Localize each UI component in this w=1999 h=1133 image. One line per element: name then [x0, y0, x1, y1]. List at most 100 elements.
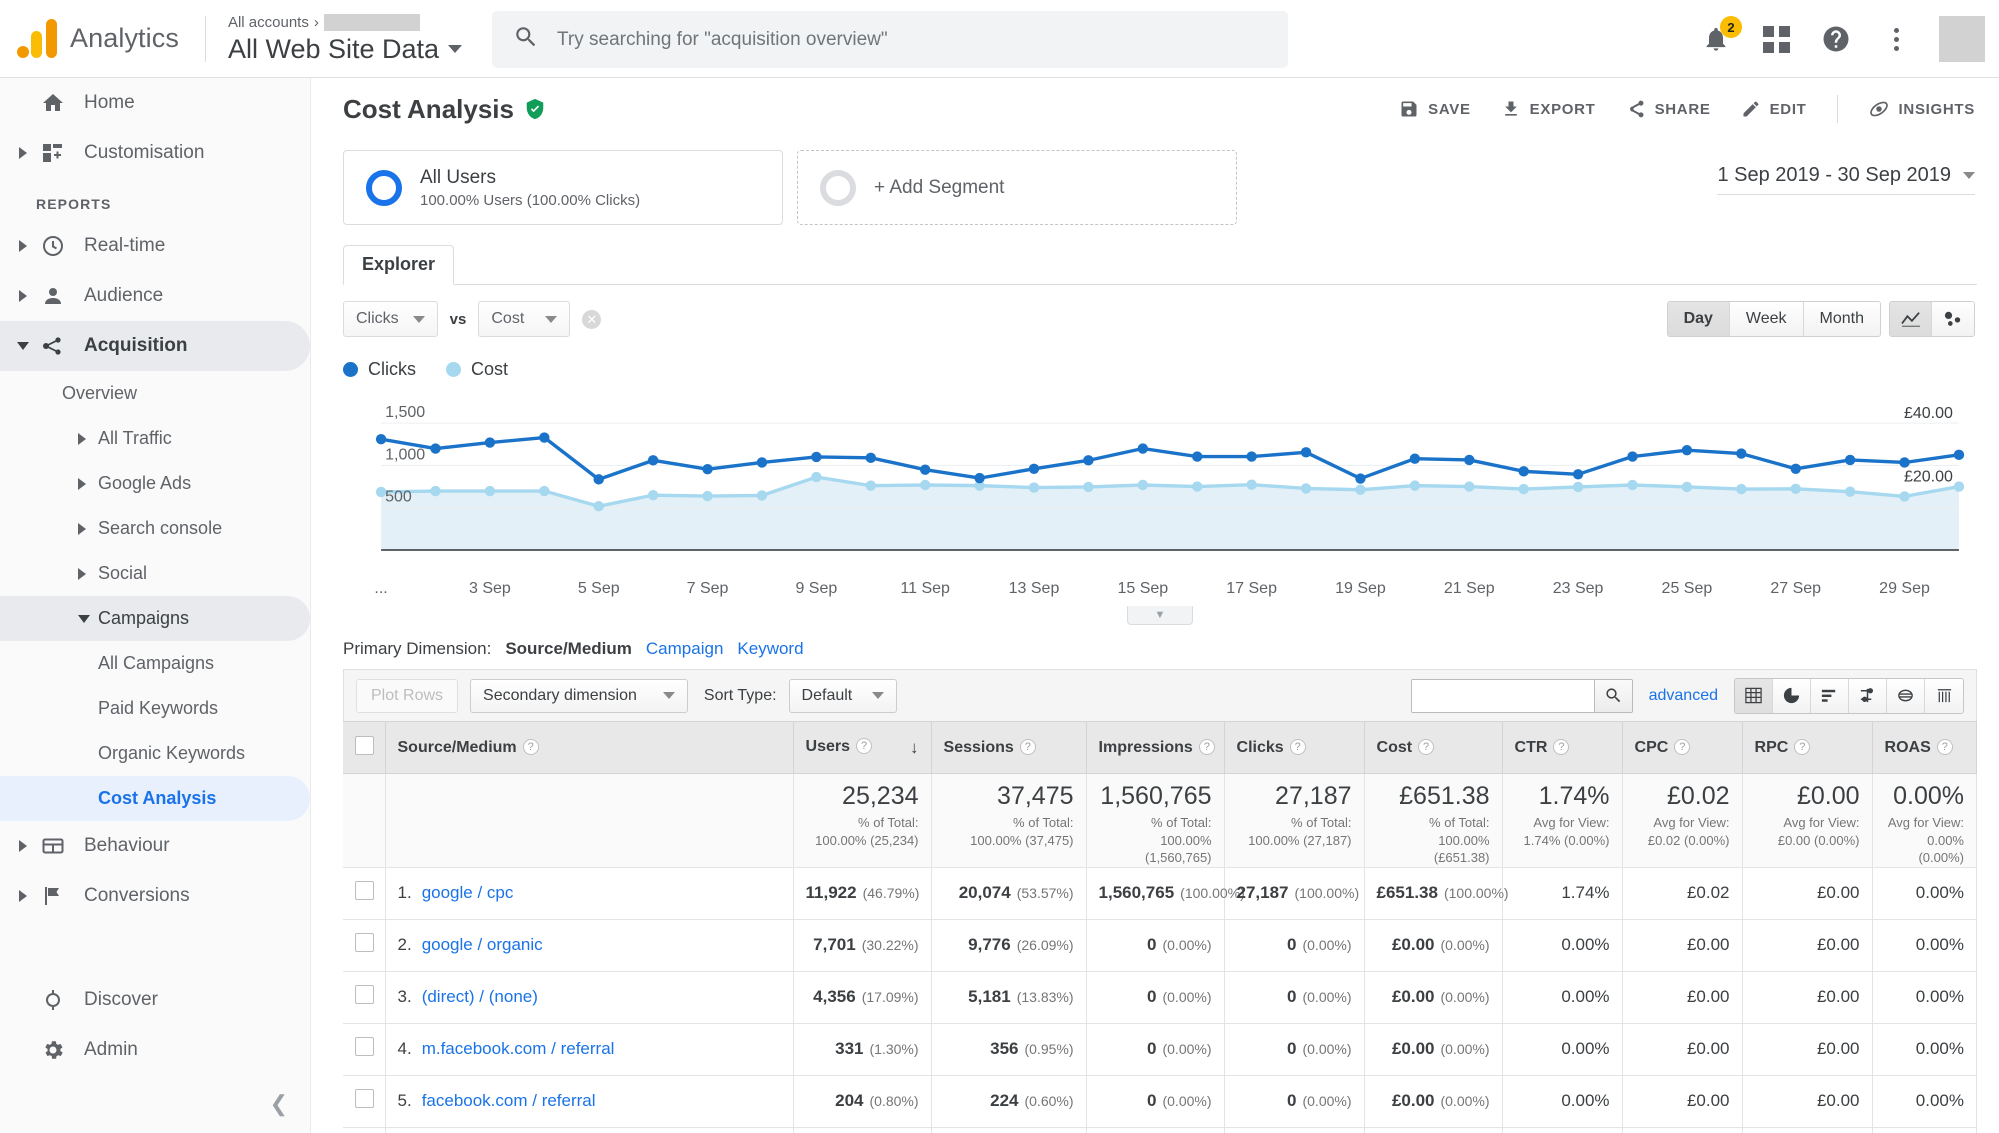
expand-arrow-icon[interactable] [10, 240, 36, 252]
row-checkbox[interactable] [355, 881, 374, 900]
table-row[interactable]: 3.(direct) / (none)4,356(17.09%)5,181(13… [343, 971, 1977, 1023]
sidebar-item-behaviour[interactable]: Behaviour [0, 821, 310, 871]
sidebar-item-discover[interactable]: Discover [0, 975, 310, 1025]
date-range-picker[interactable]: 1 Sep 2019 - 30 Sep 2019 [1717, 164, 1975, 195]
granularity-day[interactable]: Day [1668, 302, 1730, 336]
chevron-down-icon[interactable] [545, 316, 557, 323]
sidebar-item-customisation[interactable]: Customisation [0, 128, 310, 178]
notifications-bell-icon[interactable]: 2 [1699, 22, 1733, 56]
table-row[interactable]: 4.m.facebook.com / referral331(1.30%)356… [343, 1023, 1977, 1075]
sidebar-item-all-traffic[interactable]: All Traffic [0, 416, 310, 461]
column-header-roas[interactable]: ROAS? [1872, 722, 1976, 774]
help-icon[interactable]: ? [1674, 739, 1690, 755]
sort-type-select[interactable]: Default [789, 679, 898, 713]
column-header-impressions[interactable]: Impressions? [1086, 722, 1224, 774]
sort-desc-icon[interactable]: ↓ [910, 738, 919, 758]
sidebar-item-overview[interactable]: Overview [0, 371, 310, 416]
collapse-arrow-icon[interactable] [10, 342, 36, 350]
granularity-week[interactable]: Week [1730, 302, 1804, 336]
table-row[interactable]: 2.google / organic7,701(30.22%)9,776(26.… [343, 919, 1977, 971]
help-icon[interactable]: ? [1553, 739, 1569, 755]
row-checkbox[interactable] [355, 933, 374, 952]
table-row[interactable]: 5.facebook.com / referral204(0.80%)224(0… [343, 1075, 1977, 1127]
help-icon[interactable] [1819, 22, 1853, 56]
share-button[interactable]: SHARE [1626, 99, 1711, 119]
expand-arrow-icon[interactable] [10, 890, 36, 902]
chevron-down-icon[interactable] [413, 316, 425, 323]
legend-item-clicks[interactable]: Clicks [343, 359, 416, 380]
row-checkbox[interactable] [355, 1089, 374, 1108]
sidebar-item-organic-keywords[interactable]: Organic Keywords [0, 731, 310, 776]
help-icon[interactable]: ? [856, 738, 872, 754]
line-chart-icon[interactable] [1890, 302, 1932, 336]
metric-a-select[interactable]: Clicks [343, 301, 438, 337]
motion-chart-icon[interactable] [1932, 302, 1974, 336]
remove-metric-b-icon[interactable]: ✕ [582, 310, 601, 329]
expand-arrow-icon[interactable] [10, 840, 36, 852]
secondary-dimension-select[interactable]: Secondary dimension [470, 679, 688, 713]
search-input[interactable] [557, 29, 1239, 51]
granularity-month[interactable]: Month [1804, 302, 1880, 336]
expand-arrow-icon[interactable] [78, 523, 86, 535]
sidebar-item-acquisition[interactable]: Acquisition [0, 321, 310, 371]
metric-b-select[interactable]: Cost [478, 301, 570, 337]
save-button[interactable]: SAVE [1399, 99, 1471, 119]
table-row[interactable]: 6.instagram.com / referral120(0.47%)127(… [343, 1127, 1977, 1133]
comparison-view-icon[interactable] [1849, 679, 1887, 713]
source-medium-link[interactable]: (direct) / (none) [422, 987, 538, 1006]
row-checkbox[interactable] [355, 985, 374, 1004]
expand-arrow-icon[interactable] [78, 568, 86, 580]
help-icon[interactable]: ? [1418, 739, 1434, 755]
chart-canvas[interactable] [343, 388, 1977, 578]
expand-arrow-icon[interactable] [10, 147, 36, 159]
source-medium-link[interactable]: facebook.com / referral [422, 1091, 596, 1110]
primary-dimension-current[interactable]: Source/Medium [505, 639, 632, 659]
pivot-view-icon[interactable] [1925, 679, 1963, 713]
table-search-input[interactable] [1412, 680, 1594, 712]
export-button[interactable]: EXPORT [1501, 99, 1596, 119]
segment-all-users[interactable]: All Users 100.00% Users (100.00% Clicks) [343, 150, 783, 225]
advanced-link[interactable]: advanced [1649, 687, 1718, 705]
column-header-ctr[interactable]: CTR? [1502, 722, 1622, 774]
column-header-source-medium[interactable]: Source/Medium? [385, 722, 793, 774]
sidebar-item-home[interactable]: Home [0, 78, 310, 128]
primary-dimension-campaign[interactable]: Campaign [646, 639, 724, 659]
select-all-checkbox[interactable] [355, 736, 374, 755]
table-search[interactable] [1411, 679, 1633, 713]
help-icon[interactable]: ? [1290, 739, 1306, 755]
legend-item-cost[interactable]: Cost [446, 359, 508, 380]
sidebar-item-real-time[interactable]: Real-time [0, 221, 310, 271]
table-row[interactable]: 1.google / cpc11,922(46.79%)20,074(53.57… [343, 867, 1977, 919]
chevron-down-icon[interactable] [872, 692, 884, 699]
sidebar-item-google-ads[interactable]: Google Ads [0, 461, 310, 506]
help-icon[interactable]: ? [1937, 739, 1953, 755]
help-icon[interactable]: ? [1020, 739, 1036, 755]
pie-view-icon[interactable] [1773, 679, 1811, 713]
help-icon[interactable]: ? [1794, 739, 1810, 755]
column-header-rpc[interactable]: RPC? [1742, 722, 1872, 774]
global-search[interactable] [492, 11, 1288, 68]
row-checkbox[interactable] [355, 1037, 374, 1056]
collapse-arrow-icon[interactable] [78, 615, 90, 623]
primary-dimension-keyword[interactable]: Keyword [737, 639, 803, 659]
column-header-cpc[interactable]: CPC? [1622, 722, 1742, 774]
sidebar-item-campaigns[interactable]: Campaigns [0, 596, 310, 641]
property-view-name[interactable]: All Web Site Data [228, 34, 462, 65]
expand-arrow-icon[interactable] [78, 478, 86, 490]
chevron-down-icon[interactable] [448, 45, 462, 53]
avatar[interactable] [1939, 16, 1985, 62]
sidebar-item-conversions[interactable]: Conversions [0, 871, 310, 921]
sidebar-item-audience[interactable]: Audience [0, 271, 310, 321]
help-icon[interactable]: ? [1199, 739, 1215, 755]
tab-explorer[interactable]: Explorer [343, 245, 454, 285]
account-selector[interactable]: All accounts › All Web Site Data [228, 13, 462, 65]
help-icon[interactable]: ? [523, 739, 539, 755]
sidebar-item-all-campaigns[interactable]: All Campaigns [0, 641, 310, 686]
column-header-sessions[interactable]: Sessions? [931, 722, 1086, 774]
sidebar-item-paid-keywords[interactable]: Paid Keywords [0, 686, 310, 731]
chevron-down-icon[interactable] [663, 692, 675, 699]
edit-button[interactable]: EDIT [1741, 99, 1807, 119]
sidebar-item-search-console[interactable]: Search console [0, 506, 310, 551]
source-medium-link[interactable]: google / organic [422, 935, 543, 954]
chevron-left-icon[interactable]: ❮ [270, 1091, 288, 1117]
